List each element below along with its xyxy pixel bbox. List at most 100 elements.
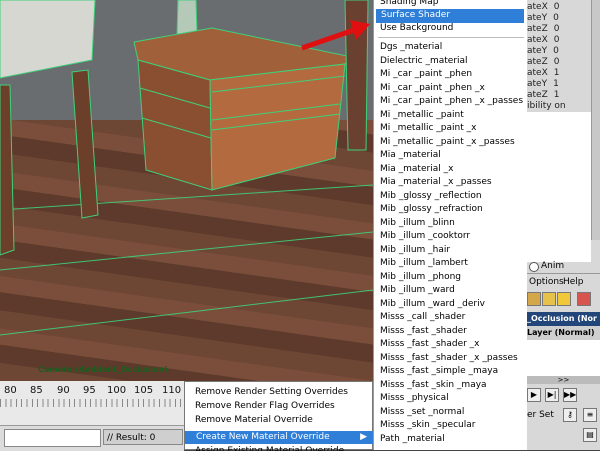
submenu-item-material[interactable]: Misss _fast _simple _maya	[380, 365, 526, 379]
channel-attr-value[interactable]: 0	[553, 46, 559, 56]
menu-item-remove-material-override[interactable]: Remove Material Override	[195, 414, 370, 427]
render-settings-button[interactable]	[557, 292, 571, 306]
script-editor-icon[interactable]: ▤	[583, 428, 597, 442]
anim-label: Anim	[541, 261, 565, 271]
material-override-submenu: Shading Map Surface Shader Use Backgroun…	[373, 0, 527, 450]
submenu-item-material[interactable]: Mi _metallic _paint _x	[380, 122, 526, 136]
time-slider[interactable]: 80 85 90 95 100 105 110	[0, 381, 184, 425]
camera-label: Camera (Ambient_Occlusion)	[38, 365, 168, 374]
prefs-icon[interactable]: ≡	[583, 408, 597, 422]
visibility-attr[interactable]: ibility on	[527, 101, 566, 111]
submenu-item-material[interactable]: Mib _illum _hair	[380, 244, 526, 258]
end-button[interactable]: ▶▶	[563, 388, 577, 402]
submenu-item-material[interactable]: Mib _illum _cooktorr	[380, 230, 526, 244]
render-layer-ambient-occlusion[interactable]: _Occlusion (Nor	[527, 312, 600, 326]
submenu-item-material[interactable]: Mib _illum _lambert	[380, 257, 526, 271]
menu-item-assign-existing-material-override[interactable]: Assign Existing Material Override	[195, 445, 370, 451]
menu-item-remove-render-flag-overrides[interactable]: Remove Render Flag Overrides	[195, 400, 370, 413]
channel-box-panel: ateX 0 ateY 0 ateZ 0 ateX 0 ateY 0 ateZ 0 ateX 1 ateY 1…	[527, 0, 600, 450]
frame-tick: 100	[107, 385, 127, 396]
submenu-item-material[interactable]: Mib _glossy _refraction	[380, 203, 526, 217]
step-next-button[interactable]: ▶|	[545, 388, 559, 402]
submenu-item-material[interactable]: Dielectric _material	[380, 55, 526, 69]
menu-item-remove-render-setting-overrides[interactable]: Remove Render Setting Overrides	[195, 386, 370, 399]
channel-attr-value[interactable]: 0	[553, 13, 559, 23]
submenu-item-material[interactable]: Misss _physical	[380, 392, 526, 406]
layer-context-menu: Remove Render Setting Overrides Remove R…	[184, 381, 373, 451]
submenu-arrow-icon: ▶	[360, 432, 367, 442]
channel-attr-label: ateX	[527, 2, 548, 12]
channel-attr-value[interactable]: 1	[553, 79, 559, 89]
submenu-item-material[interactable]: Misss _fast _skin _maya	[380, 379, 526, 393]
channel-attr-label: ateX	[527, 35, 548, 45]
submenu-item-material[interactable]: Mia _material _x	[380, 163, 526, 177]
scene-wireframe	[0, 0, 373, 336]
submenu-item-material[interactable]: Mi _metallic _paint _x _passes	[380, 136, 526, 150]
channel-attr-row[interactable]: ateX 1	[527, 68, 559, 78]
menu-item-create-new-material-override[interactable]: Create New Material Override ▶	[185, 431, 373, 444]
submenu-item-material[interactable]: Misss _fast _shader _x	[380, 338, 526, 352]
menu-options[interactable]: Options	[529, 277, 564, 287]
submenu-item-material[interactable]: Misss _skin _specular	[380, 419, 526, 433]
render-layer-master[interactable]: Layer (Normal)	[527, 326, 600, 340]
channel-attr-value[interactable]: 1	[554, 68, 560, 78]
submenu-item-material[interactable]: Mib _illum _blinn	[380, 217, 526, 231]
channel-attr-row[interactable]: ateY 0	[527, 46, 559, 56]
submenu-item-material[interactable]: Misss _set _normal	[380, 406, 526, 420]
channel-attr-value[interactable]: 0	[554, 35, 560, 45]
channel-attr-value[interactable]: 0	[554, 2, 560, 12]
channel-attr-label: ateY	[527, 13, 548, 23]
new-layer-button[interactable]	[542, 292, 556, 306]
anim-radio[interactable]	[529, 262, 539, 272]
character-set-label: er Set	[527, 410, 554, 420]
channel-box-scrollbar[interactable]	[591, 0, 600, 240]
submenu-item-material[interactable]: Mi _car _paint _phen _x _passes	[380, 95, 526, 109]
frame-tick: 95	[83, 385, 96, 396]
submenu-item-material[interactable]: Mi _metallic _paint	[380, 109, 526, 123]
channel-attr-row[interactable]: ateX 0	[527, 35, 559, 45]
frame-tick: 110	[162, 385, 182, 396]
channel-attr-row[interactable]: ateZ 1	[527, 90, 559, 100]
submenu-item-material[interactable]: Misss _call _shader	[380, 311, 526, 325]
submenu-item-material[interactable]: Mib _glossy _reflection	[380, 190, 526, 204]
command-line: // Result: 0	[0, 425, 184, 451]
channel-attr-value[interactable]: 1	[554, 90, 560, 100]
key-icon[interactable]: ⚷	[563, 408, 577, 422]
layer-icon-button[interactable]	[527, 292, 541, 306]
menu-help[interactable]: Help	[563, 277, 584, 287]
submenu-item-material[interactable]: Mib _illum _ward _deriv	[380, 298, 526, 312]
channel-attr-row[interactable]: ateZ 0	[527, 57, 559, 67]
channel-attr-label: ateZ	[527, 24, 548, 34]
play-forward-button[interactable]: ▶	[527, 388, 541, 402]
channel-attr-row[interactable]: ateZ 0	[527, 24, 559, 34]
layer-list-blank	[527, 340, 600, 376]
submenu-item-material[interactable]: Mi _car _paint _phen _x	[380, 82, 526, 96]
channel-attr-value[interactable]: 0	[554, 24, 560, 34]
submenu-item-surface-shader[interactable]: Surface Shader	[376, 9, 524, 23]
submenu-item-material[interactable]: Dgs _material	[380, 41, 526, 55]
channel-attr-row[interactable]: ateY 1	[527, 79, 559, 89]
submenu-item-use-background[interactable]: Use Background	[380, 22, 526, 36]
submenu-item-material[interactable]: Mi _car _paint _phen	[380, 68, 526, 82]
channel-attr-label: ateX	[527, 68, 548, 78]
submenu-item-material[interactable]: Mib _illum _ward	[380, 284, 526, 298]
frame-tick: 85	[30, 385, 43, 396]
submenu-item-material[interactable]: Mib _illum _phong	[380, 271, 526, 285]
submenu-item-material[interactable]: Misss _fast _shader	[380, 325, 526, 339]
channel-attr-value[interactable]: 0	[554, 57, 560, 67]
3d-viewport[interactable]: Camera (Ambient_Occlusion)	[0, 0, 373, 381]
red-arrow-icon	[301, 20, 370, 51]
command-input[interactable]	[4, 429, 101, 447]
submenu-separator	[378, 37, 524, 38]
channel-attr-row[interactable]: ateX 0	[527, 2, 559, 12]
channel-attr-label: ateZ	[527, 90, 548, 100]
submenu-item-material[interactable]: Path _material	[380, 433, 526, 447]
channel-attr-row[interactable]: ateY 0	[527, 13, 559, 23]
layer-scroll[interactable]: >>	[527, 376, 600, 384]
frame-tick: 90	[57, 385, 70, 396]
submenu-item-material[interactable]: Mia _material	[380, 149, 526, 163]
layer-delete-button[interactable]	[577, 292, 591, 306]
channel-attr-label: ateZ	[527, 57, 548, 67]
submenu-item-material[interactable]: Misss _fast _shader _x _passes	[380, 352, 526, 366]
submenu-item-material[interactable]: Mia _material _x _passes	[380, 176, 526, 190]
